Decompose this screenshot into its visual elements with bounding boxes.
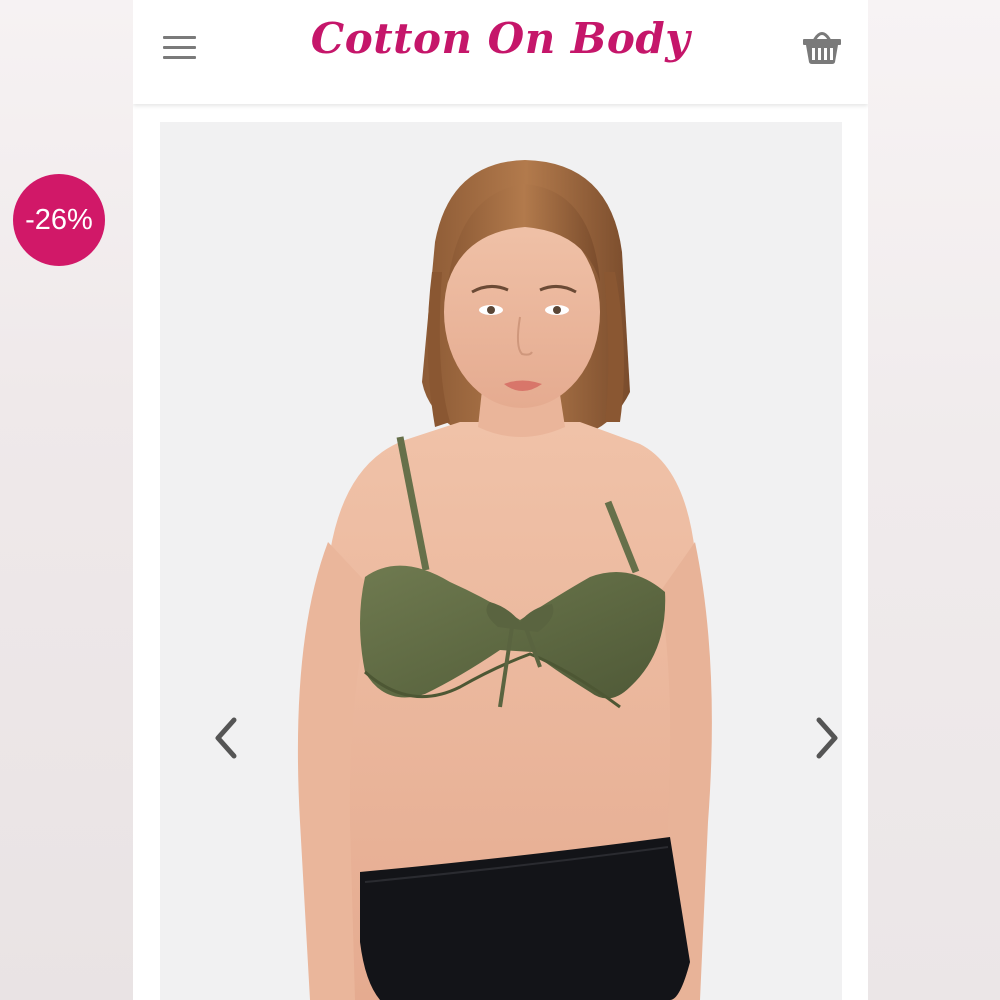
brand-logo[interactable]: Cotton On Body [133, 14, 868, 63]
background-left [0, 0, 133, 1000]
background-right [868, 0, 1000, 1000]
discount-badge: -26% [13, 174, 105, 266]
shopping-basket-icon[interactable] [798, 26, 846, 68]
product-photo [297, 160, 712, 1000]
product-image-carousel[interactable] [160, 122, 842, 1000]
product-page: Cotton On Body [133, 0, 868, 1000]
header-bar: Cotton On Body [133, 0, 868, 104]
chevron-left-icon[interactable] [204, 712, 248, 764]
chevron-right-icon[interactable] [805, 712, 842, 764]
